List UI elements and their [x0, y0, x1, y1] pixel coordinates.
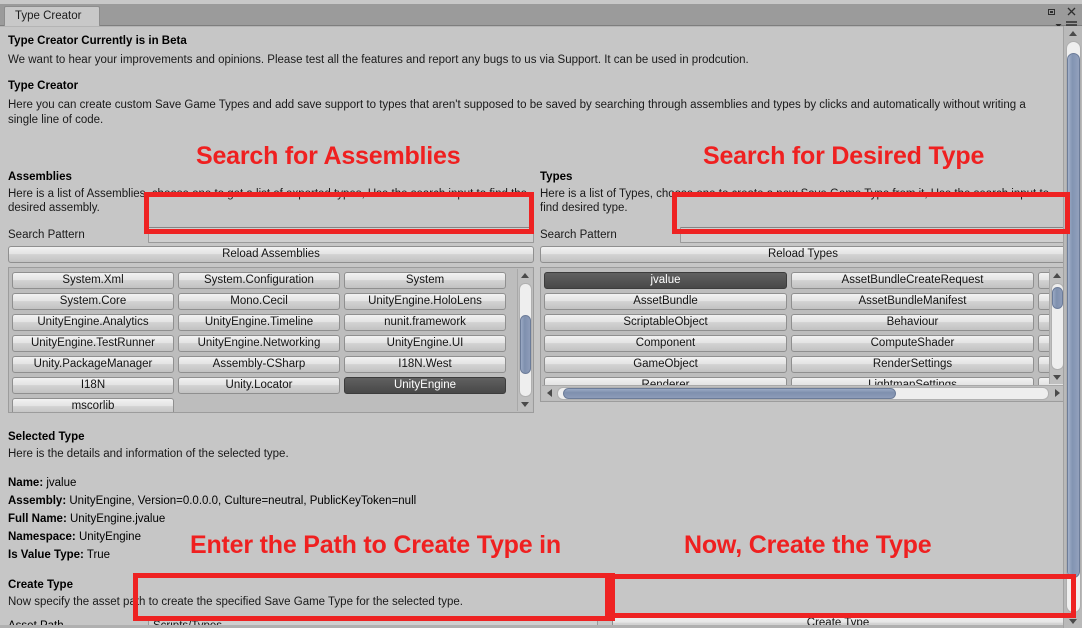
close-icon[interactable]: [1065, 5, 1078, 18]
scroll-up-arrow-icon[interactable]: [1065, 26, 1082, 40]
selected-type-field: Full Name: UnityEngine.jvalue: [8, 510, 708, 528]
scroll-up-arrow-icon[interactable]: [518, 269, 533, 282]
type-button[interactable]: jvalue: [544, 272, 787, 289]
selected-type-field: Name: jvalue: [8, 474, 708, 492]
types-search-label: Search Pattern: [540, 228, 617, 241]
scroll-down-arrow-icon[interactable]: [518, 398, 533, 411]
assembly-button[interactable]: UnityEngine.Networking: [178, 335, 340, 352]
assembly-button[interactable]: UnityEngine.Analytics: [12, 314, 174, 331]
maximize-icon[interactable]: [1045, 5, 1058, 18]
types-horizontal-scrollbar[interactable]: [542, 385, 1064, 400]
beta-title: Type Creator Currently is in Beta: [8, 35, 187, 47]
scroll-down-arrow-icon[interactable]: [1065, 614, 1082, 628]
assembly-button[interactable]: Assembly-CSharp: [178, 356, 340, 373]
assemblies-listbox: System.Xml System.Configuration System Syst…: [8, 267, 534, 413]
assemblies-scroll-thumb[interactable]: [519, 315, 531, 374]
assembly-button[interactable]: UnityEngine.HoloLens: [344, 293, 506, 310]
panel-vertical-scrollbar[interactable]: [1063, 26, 1082, 628]
assemblies-scroll-track[interactable]: [518, 283, 532, 397]
annotation-enter-path: Enter the Path to Create Type in: [190, 531, 561, 559]
assembly-button[interactable]: I18N: [12, 377, 174, 394]
type-creator-heading: Type Creator: [8, 80, 79, 92]
types-vertical-scrollbar[interactable]: [1049, 269, 1064, 384]
annotation-search-assemblies: Search for Assemblies: [196, 142, 461, 170]
assembly-button[interactable]: UnityEngine.TestRunner: [12, 335, 174, 352]
type-button[interactable]: Component: [544, 335, 787, 352]
tab-label: Type Creator: [15, 10, 82, 22]
assemblies-search-row: Search Pattern: [8, 226, 534, 243]
assemblies-section: Assemblies Here is a list of Assemblies,…: [8, 171, 534, 413]
assemblies-search-label: Search Pattern: [8, 228, 85, 241]
type-button[interactable]: Behaviour: [791, 314, 1034, 331]
annotation-now-create-type: Now, Create the Type: [684, 531, 932, 559]
types-scroll-track[interactable]: [1050, 283, 1064, 370]
type-button[interactable]: ScriptableObject: [544, 314, 787, 331]
assemblies-search-input[interactable]: [148, 226, 534, 243]
selected-type-field-value: True: [83, 549, 111, 561]
selected-type-title: Selected Type: [8, 431, 85, 443]
selected-type-field-label: Assembly:: [8, 495, 67, 507]
selected-type-field-label: Name:: [8, 477, 44, 489]
type-button[interactable]: AssetBundleCreateRequest: [791, 272, 1034, 289]
types-search-input[interactable]: [680, 226, 1066, 243]
types-search-row: Search Pattern: [540, 226, 1066, 243]
selected-type-field: Assembly: UnityEngine, Version=0.0.0.0, …: [8, 492, 708, 510]
reload-assemblies-button[interactable]: Reload Assemblies: [8, 246, 534, 263]
selected-type-field-label: Is Value Type:: [8, 549, 84, 561]
beta-body: We want to hear your improvements and op…: [8, 54, 749, 66]
types-section: Types Here is a list of Types, choose on…: [540, 171, 1066, 402]
assembly-button[interactable]: Unity.PackageManager: [12, 356, 174, 373]
assembly-button[interactable]: nunit.framework: [344, 314, 506, 331]
panel-scroll-thumb[interactable]: [1066, 53, 1080, 578]
create-type-title: Create Type: [8, 579, 73, 591]
create-type-description: Now specify the asset path to create the…: [8, 596, 463, 608]
assembly-button[interactable]: UnityEngine.Timeline: [178, 314, 340, 331]
assembly-button[interactable]: Unity.Locator: [178, 377, 340, 394]
selected-type-description: Here is the details and information of t…: [8, 448, 289, 460]
assembly-button[interactable]: I18N.West: [344, 356, 506, 373]
annotation-search-desired-type: Search for Desired Type: [703, 142, 985, 170]
selected-type-field-value: jvalue: [43, 477, 77, 489]
type-creator-body: Here you can create custom Save Game Typ…: [8, 99, 1026, 126]
types-title: Types: [540, 171, 573, 183]
tab-type-creator[interactable]: Type Creator: [4, 6, 100, 26]
assemblies-title: Assemblies: [8, 171, 72, 183]
types-hscroll-thumb[interactable]: [562, 387, 897, 399]
type-button[interactable]: GameObject: [544, 356, 787, 373]
assembly-button[interactable]: UnityEngine: [344, 377, 506, 394]
assembly-button[interactable]: mscorlib: [12, 398, 174, 412]
selected-type-field-value: UnityEngine.jvalue: [66, 513, 166, 525]
type-button[interactable]: RenderSettings: [791, 356, 1034, 373]
type-button[interactable]: AssetBundle: [544, 293, 787, 310]
window-titlebar: Type Creator: [0, 4, 1082, 29]
header-block: Type Creator Currently is in Beta We wan…: [8, 35, 1058, 128]
assembly-button[interactable]: System.Xml: [12, 272, 174, 289]
types-listbox: jvalue AssetBundleCreateRequest AssetBundl…: [540, 267, 1066, 402]
types-scroll-thumb[interactable]: [1051, 286, 1063, 309]
assembly-button[interactable]: UnityEngine.UI: [344, 335, 506, 352]
selected-type-field-value: UnityEngine, Version=0.0.0.0, Culture=ne…: [66, 495, 417, 507]
scroll-right-arrow-icon[interactable]: [1050, 387, 1064, 400]
assemblies-vertical-scrollbar[interactable]: [517, 269, 532, 411]
assemblies-grid: System.Xml System.Configuration System Syst…: [12, 272, 510, 412]
assemblies-description: Here is a list of Assemblies, choose one…: [8, 188, 528, 214]
reload-types-button[interactable]: Reload Types: [540, 246, 1066, 263]
window-controls: [1045, 5, 1078, 18]
type-button[interactable]: ComputeShader: [791, 335, 1034, 352]
selected-type-field-label: Namespace:: [8, 531, 76, 543]
selected-type-field-label: Full Name:: [8, 513, 67, 525]
assembly-button[interactable]: System: [344, 272, 506, 289]
scroll-left-arrow-icon[interactable]: [542, 387, 556, 400]
assembly-button[interactable]: System.Configuration: [178, 272, 340, 289]
panel-scroll-track[interactable]: [1065, 41, 1081, 613]
types-hscroll-track[interactable]: [557, 386, 1049, 400]
assembly-button[interactable]: Mono.Cecil: [178, 293, 340, 310]
types-description: Here is a list of Types, choose one to c…: [540, 188, 1050, 214]
type-button[interactable]: AssetBundleManifest: [791, 293, 1034, 310]
assembly-button[interactable]: System.Core: [12, 293, 174, 310]
types-grid: jvalue AssetBundleCreateRequest AssetBundl…: [544, 272, 1065, 394]
selected-type-field-value: UnityEngine: [75, 531, 141, 543]
